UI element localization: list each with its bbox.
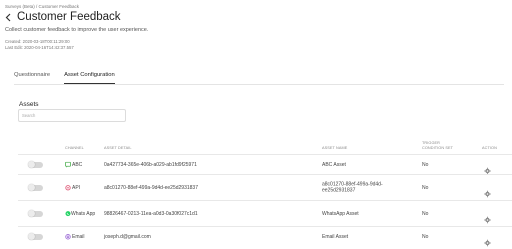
asset-detail-cell: 98826467-0213-11ea-a0d3-0a30f027c1d1 [104, 210, 198, 217]
title-row: Customer Feedback [5, 11, 121, 23]
assets-heading: Assets [19, 101, 39, 108]
row-toggle[interactable] [28, 210, 43, 217]
table-row: Whats App 98826467-0213-11ea-a0d3-0a30f0… [18, 200, 512, 226]
column-header-asset-detail: Asset Detail [104, 146, 132, 150]
email-icon [65, 233, 71, 240]
channel-cell: API [65, 184, 80, 191]
settings-gear-icon[interactable] [484, 233, 491, 246]
back-arrow-icon[interactable] [5, 11, 13, 23]
trigger-cell: No [422, 233, 429, 240]
table-row: API a8c01270-88ef-499a-9d4d-ee25d2931837… [18, 174, 512, 200]
table-row: Email joseph.d@gmail.com Email Asset No [18, 226, 512, 246]
tab-bar: Questionnaire Asset Configuration [14, 68, 115, 84]
column-header-trigger-condition-set: Trigger Condition Set [422, 141, 454, 150]
assets-table: Channel Asset Detail Asset Name Trigger … [18, 138, 512, 246]
asset-name-cell: WhatsApp Asset [322, 210, 359, 217]
column-header-channel: Channel [65, 146, 84, 150]
breadcrumb[interactable]: Surveys (Beta) / Customer Feedback [5, 4, 79, 9]
page-title: Customer Feedback [17, 11, 121, 23]
search-input[interactable] [18, 109, 126, 122]
last-edit-timestamp: Last Edit: 2020-04-16T14:42:37.557 [5, 45, 74, 50]
channel-cell: Email [65, 233, 85, 240]
settings-gear-icon[interactable] [484, 161, 491, 174]
tab-questionnaire[interactable]: Questionnaire [14, 68, 50, 84]
asset-detail-cell: 0a427734-365e-406b-a029-ab1fd9f25971 [104, 161, 197, 168]
page-description: Collect customer feedback to improve the… [5, 27, 149, 33]
channel-label: API [72, 184, 81, 191]
channel-cell: Whats App [65, 210, 99, 217]
settings-gear-icon[interactable] [484, 184, 491, 197]
api-channel-icon [65, 184, 71, 191]
trigger-cell: No [422, 184, 429, 191]
channel-label: Whats App [71, 210, 96, 217]
column-header-action: Action [482, 146, 497, 150]
trigger-cell: No [422, 210, 429, 217]
row-toggle[interactable] [28, 184, 43, 191]
asset-detail-cell: a8c01270-88ef-499a-9d4d-ee25d2931837 [104, 184, 198, 191]
tab-divider [14, 84, 504, 85]
asset-name-cell: ABC Asset [322, 161, 346, 168]
channel-label: ABC [72, 161, 83, 168]
asset-name-cell: Email Asset [322, 233, 349, 240]
table-header: Channel Asset Detail Asset Name Trigger … [18, 138, 512, 154]
trigger-cell: No [422, 161, 429, 168]
asset-name-cell: a8c01270-88ef-499a-9d4d-ee25d2931837 [322, 181, 383, 194]
column-header-asset-name: Asset Name [322, 146, 348, 150]
abc-channel-icon [65, 161, 71, 168]
channel-label: Email [72, 233, 85, 240]
settings-gear-icon[interactable] [484, 210, 491, 223]
table-row: ABC 0a427734-365e-406b-a029-ab1fd9f25971… [18, 154, 512, 174]
tab-asset-configuration[interactable]: Asset Configuration [64, 68, 115, 84]
row-toggle[interactable] [28, 161, 43, 168]
created-timestamp: Created: 2020-03-18T00:11:29:00 [5, 39, 70, 44]
channel-cell: ABC [65, 161, 82, 168]
row-toggle[interactable] [28, 233, 43, 240]
asset-detail-cell: joseph.d@gmail.com [104, 233, 151, 240]
